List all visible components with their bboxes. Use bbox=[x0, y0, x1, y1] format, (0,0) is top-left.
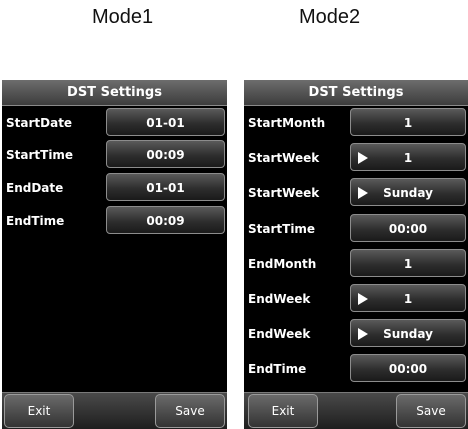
mode2-row-start-week[interactable]: StartWeek 1 bbox=[244, 143, 468, 173]
mode1-row-end-date[interactable]: EndDate 01-01 bbox=[2, 173, 227, 203]
mode2-row-end-time[interactable]: EndTime 00:00 bbox=[244, 354, 468, 384]
mode1-row-start-date[interactable]: StartDate 01-01 bbox=[2, 108, 227, 138]
save-button[interactable]: Save bbox=[155, 394, 225, 428]
field-value: 1 bbox=[403, 292, 413, 306]
mode1-row-start-time[interactable]: StartTime 00:09 bbox=[2, 140, 227, 170]
play-arrow-icon bbox=[358, 293, 368, 305]
mode2-row-start-month[interactable]: StartMonth 1 bbox=[244, 108, 468, 138]
row-label: StartDate bbox=[6, 116, 73, 130]
mode1-footer: Exit Save bbox=[2, 392, 227, 429]
mode2-row-start-time[interactable]: StartTime 00:00 bbox=[244, 214, 468, 244]
mode2-row-start-weekday[interactable]: StartWeek Sunday bbox=[244, 178, 468, 208]
save-button[interactable]: Save bbox=[396, 394, 466, 428]
start-weekday-field[interactable]: Sunday bbox=[350, 178, 466, 206]
mode2-row-end-week[interactable]: EndWeek 1 bbox=[244, 284, 468, 314]
mode2-screen: DST Settings StartMonth 1 StartWeek 1 St… bbox=[244, 80, 468, 429]
mode2-header: DST Settings bbox=[244, 80, 468, 106]
mode2-row-end-weekday[interactable]: EndWeek Sunday bbox=[244, 319, 468, 349]
start-date-field[interactable]: 01-01 bbox=[106, 108, 225, 136]
row-label: StartTime bbox=[248, 222, 316, 236]
mode1-row-end-time[interactable]: EndTime 00:09 bbox=[2, 206, 227, 236]
play-arrow-icon bbox=[358, 152, 368, 164]
row-label: EndMonth bbox=[248, 257, 317, 271]
row-label: StartWeek bbox=[248, 151, 320, 165]
field-value: 1 bbox=[403, 151, 413, 165]
end-week-number-field[interactable]: 1 bbox=[350, 284, 466, 312]
mode2-footer: Exit Save bbox=[244, 392, 468, 429]
start-month-field[interactable]: 1 bbox=[350, 108, 466, 136]
field-value: Sunday bbox=[383, 327, 433, 341]
exit-button[interactable]: Exit bbox=[4, 394, 74, 428]
end-month-field[interactable]: 1 bbox=[350, 249, 466, 277]
start-time-field[interactable]: 00:09 bbox=[106, 140, 225, 168]
mode1-header: DST Settings bbox=[2, 80, 227, 106]
row-label: EndDate bbox=[6, 181, 64, 195]
end-weekday-field[interactable]: Sunday bbox=[350, 319, 466, 347]
exit-button[interactable]: Exit bbox=[248, 394, 318, 428]
row-label: EndTime bbox=[248, 362, 307, 376]
start-time-field[interactable]: 00:00 bbox=[350, 214, 466, 242]
mode1-title: Mode1 bbox=[92, 6, 154, 28]
mode1-screen: DST Settings StartDate 01-01 StartTime 0… bbox=[2, 80, 227, 429]
row-label: StartWeek bbox=[248, 186, 320, 200]
play-arrow-icon bbox=[358, 328, 368, 340]
row-label: EndWeek bbox=[248, 292, 311, 306]
play-arrow-icon bbox=[358, 187, 368, 199]
start-week-number-field[interactable]: 1 bbox=[350, 143, 466, 171]
row-label: StartTime bbox=[6, 148, 74, 162]
row-label: EndTime bbox=[6, 214, 65, 228]
end-date-field[interactable]: 01-01 bbox=[106, 173, 225, 201]
row-label: EndWeek bbox=[248, 327, 311, 341]
end-time-field[interactable]: 00:09 bbox=[106, 206, 225, 234]
row-label: StartMonth bbox=[248, 116, 326, 130]
field-value: Sunday bbox=[383, 186, 433, 200]
mode2-row-end-month[interactable]: EndMonth 1 bbox=[244, 249, 468, 279]
mode2-title: Mode2 bbox=[299, 6, 361, 28]
end-time-field[interactable]: 00:00 bbox=[350, 354, 466, 382]
